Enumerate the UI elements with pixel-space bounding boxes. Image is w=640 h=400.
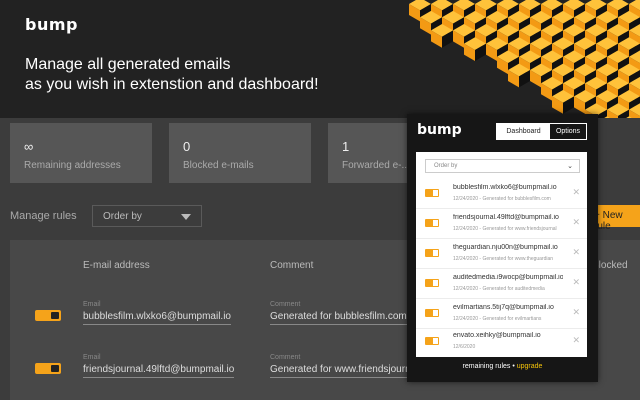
popup-logo: bump <box>417 122 462 138</box>
close-icon[interactable]: ✕ <box>572 217 580 228</box>
list-item: envato.xeihky@bumpmail.io 12/6/2020 ✕ <box>416 327 587 357</box>
order-by-select[interactable]: Order by <box>92 205 202 227</box>
comment-caption: Comment <box>270 354 301 361</box>
remaining-rules-text: remaining rules <box>462 363 511 370</box>
email-caption: Email <box>83 301 101 308</box>
tagline-line-2: as you wish in extenstion and dashboard! <box>25 76 319 93</box>
email-address[interactable]: bubblesfilm.wlxko6@bumpmail.io <box>453 184 563 191</box>
email-toggle[interactable] <box>425 249 439 257</box>
email-toggle[interactable] <box>425 219 439 227</box>
list-item: bubblesfilm.wlxko6@bumpmail.io 12/24/202… <box>416 179 587 209</box>
email-meta: 12/24/2020 - Generated for bubblesfilm.c… <box>453 196 551 202</box>
order-by-value: Order by <box>103 211 142 222</box>
comment-value[interactable]: Generated for bubblesfilm.com <box>270 311 407 325</box>
list-item: evilmartians.5tij7q@bumpmail.io 12/24/20… <box>416 299 587 329</box>
email-value[interactable]: friendsjournal.49lftd@bumpmail.io <box>83 364 235 378</box>
email-address[interactable]: envato.xeihky@bumpmail.io <box>453 332 563 339</box>
email-value[interactable]: bubblesfilm.wlxko6@bumpmail.io <box>83 311 231 325</box>
email-address[interactable]: theguardian.nju00n@bumpmail.io <box>453 244 563 251</box>
close-icon[interactable]: ✕ <box>572 307 580 318</box>
email-toggle[interactable] <box>425 189 439 197</box>
email-meta: 12/6/2020 <box>453 344 476 350</box>
decorative-cubes-graphic <box>380 0 640 130</box>
comment-caption: Comment <box>270 301 301 308</box>
rule-toggle[interactable] <box>35 310 61 321</box>
stat-value: 1 <box>342 139 350 154</box>
tab-options[interactable]: Options <box>549 123 587 140</box>
email-meta: 12/24/2020 - Generated for evilmartians <box>453 316 542 322</box>
email-meta: 12/24/2020 - Generated for www.theguardi… <box>453 256 554 262</box>
email-caption: Email <box>83 354 101 361</box>
caret-down-icon <box>181 214 191 220</box>
email-address[interactable]: auditedmedia.i9wocp@bumpmail.io <box>453 274 563 281</box>
close-icon[interactable]: ✕ <box>572 277 580 288</box>
tab-dashboard[interactable]: Dashboard <box>496 123 551 140</box>
extension-popup: bump Dashboard Options Order by ⌄ bubble… <box>407 114 598 382</box>
stat-card-remaining-addresses: ∞ Remaining addresses <box>10 123 152 183</box>
chevron-down-icon: ⌄ <box>567 163 573 170</box>
column-header-email: E-mail address <box>83 260 150 271</box>
stat-value: ∞ <box>24 139 34 154</box>
popup-email-list: Order by ⌄ bubblesfilm.wlxko6@bumpmail.i… <box>416 152 587 357</box>
footer-separator: • <box>512 363 515 370</box>
email-address[interactable]: evilmartians.5tij7q@bumpmail.io <box>453 304 563 311</box>
popup-order-by-select[interactable]: Order by ⌄ <box>425 159 580 173</box>
email-meta: 12/24/2020 - Generated for auditedmedia <box>453 286 545 292</box>
manage-rules-heading: Manage rules <box>10 210 77 222</box>
popup-order-by-value: Order by <box>434 163 458 169</box>
comment-value[interactable]: Generated for www.friendsjournal <box>270 364 419 378</box>
stat-card-blocked-emails: 0 Blocked e-mails <box>169 123 311 183</box>
stat-label: Remaining addresses <box>24 160 121 171</box>
close-icon[interactable]: ✕ <box>572 335 580 346</box>
email-toggle[interactable] <box>425 309 439 317</box>
tagline-line-1: Manage all generated emails <box>25 56 231 73</box>
close-icon[interactable]: ✕ <box>572 187 580 198</box>
popup-footer: remaining rules • upgrade <box>407 363 598 370</box>
email-address[interactable]: friendsjournal.49lftd@bumpmail.io <box>453 214 563 221</box>
stat-label: Blocked e-mails <box>183 160 254 171</box>
list-item: auditedmedia.i9wocp@bumpmail.io 12/24/20… <box>416 269 587 299</box>
close-icon[interactable]: ✕ <box>572 247 580 258</box>
email-meta: 12/24/2020 - Generated for www.friendsjo… <box>453 226 557 232</box>
stat-label: Forwarded e-... <box>342 160 410 171</box>
list-item: friendsjournal.49lftd@bumpmail.io 12/24/… <box>416 209 587 239</box>
list-item: theguardian.nju00n@bumpmail.io 12/24/202… <box>416 239 587 269</box>
column-header-comment: Comment <box>270 260 314 271</box>
tagline: Manage all generated emails as you wish … <box>25 55 319 95</box>
app-logo: bump <box>25 15 78 34</box>
email-toggle[interactable] <box>425 279 439 287</box>
rule-toggle[interactable] <box>35 363 61 374</box>
upgrade-link[interactable]: upgrade <box>517 363 543 370</box>
email-toggle[interactable] <box>425 337 439 345</box>
stat-value: 0 <box>183 139 191 154</box>
